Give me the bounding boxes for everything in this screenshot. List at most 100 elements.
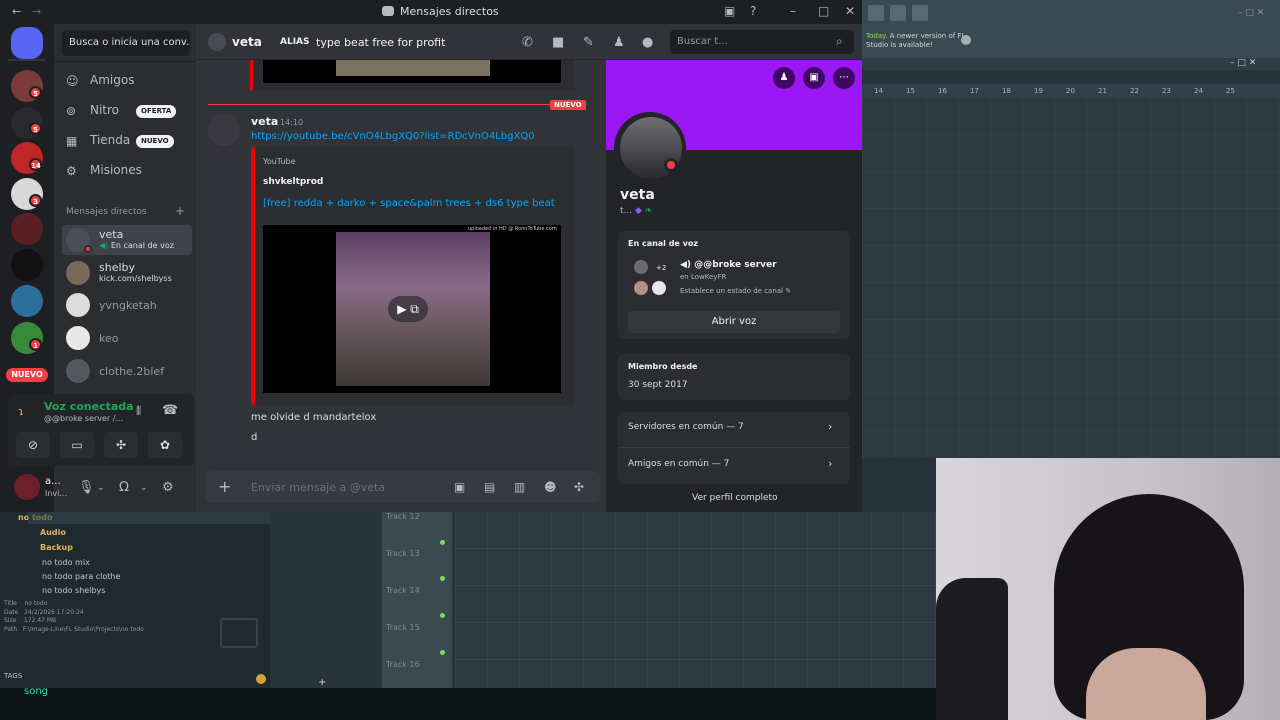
mutual-servers-row[interactable]: Servidores en común — 7 xyxy=(628,422,744,432)
minimize-button[interactable]: – xyxy=(790,4,796,18)
server-icon[interactable] xyxy=(11,249,43,281)
track-mute-led[interactable] xyxy=(440,576,445,581)
chevron-right-icon[interactable]: › xyxy=(828,457,832,470)
save-icon[interactable] xyxy=(868,5,884,21)
track-mute-led[interactable] xyxy=(440,613,445,618)
disconnect-icon[interactable]: ☎ xyxy=(162,403,178,418)
create-dm-icon[interactable]: + xyxy=(175,204,185,218)
new-servers-badge[interactable]: NUEVO xyxy=(6,368,48,382)
user-status[interactable]: Invi... xyxy=(45,489,67,498)
find-conversation-button[interactable]: Busca o inicia una conv... xyxy=(62,30,190,56)
camera-off-icon[interactable]: ⊘ xyxy=(16,432,50,458)
screen-share-icon[interactable]: ▭ xyxy=(60,432,94,458)
voice-status[interactable]: Voz conectada xyxy=(44,400,134,413)
gift-icon[interactable]: ▣ xyxy=(803,67,825,89)
playlist-window-controls[interactable]: – □ ✕ xyxy=(1230,58,1256,68)
new-messages-divider xyxy=(208,104,550,105)
recipient-name[interactable]: veta xyxy=(232,35,262,49)
add-friend-icon[interactable]: ♟ xyxy=(773,67,795,89)
message-link[interactable]: https://youtube.be/cVnO4LbgXQ0?list=RDcV… xyxy=(251,131,535,142)
more-icon[interactable]: ⋯ xyxy=(833,67,855,89)
fl-window-controls[interactable]: – □ ✕ xyxy=(1238,8,1264,18)
gift-icon[interactable]: ▣ xyxy=(454,480,465,494)
playlist-grid-lower[interactable] xyxy=(455,512,936,688)
track-label[interactable]: Track 16 xyxy=(386,660,420,669)
recipient-avatar[interactable] xyxy=(208,33,226,51)
soundboard-icon[interactable]: ✿ xyxy=(148,432,182,458)
search-icon[interactable] xyxy=(256,674,266,684)
embed-title[interactable]: [free] redda + darko + space&palm trees … xyxy=(263,198,555,209)
playlist-grid[interactable] xyxy=(862,98,1280,458)
chevron-down-icon[interactable]: ⌄ xyxy=(140,483,148,493)
emoji-icon[interactable]: ☻ xyxy=(544,480,557,494)
ruler-tick: 14 xyxy=(874,87,883,95)
microphone-icon[interactable]: 🎙 xyxy=(78,480,95,495)
sticker-icon[interactable]: ▥ xyxy=(514,480,525,494)
mutual-friends-row[interactable]: Amigos en común — 7 xyxy=(628,459,729,469)
track-label[interactable]: Track 13 xyxy=(386,549,420,558)
chevron-down-icon[interactable]: ⌄ xyxy=(97,483,105,493)
open-voice-button[interactable]: Abrir voz xyxy=(628,311,840,333)
add-track-button[interactable]: + xyxy=(318,677,326,688)
browser-folder-audio[interactable]: Audio xyxy=(40,528,66,537)
apps-icon[interactable]: ✣ xyxy=(574,480,584,494)
voice-call-icon[interactable]: ✆ xyxy=(522,35,533,50)
maximize-button[interactable]: □ xyxy=(818,4,829,18)
voice-channel-name[interactable]: ◀) @@broke server xyxy=(680,260,777,270)
message-author[interactable]: veta xyxy=(251,115,278,128)
message-avatar[interactable] xyxy=(208,114,240,146)
dm-item-veta[interactable]: veta ◀) En canal de voz xyxy=(62,225,192,255)
info-value: no todo xyxy=(24,600,48,607)
dm-name: shelby xyxy=(99,261,136,274)
browser-folder-backup[interactable]: Backup xyxy=(40,543,73,552)
search-input[interactable]: Buscar t... xyxy=(670,30,854,54)
webcam-overlay xyxy=(936,458,1280,720)
noise-suppression-icon[interactable]: ⦀ xyxy=(136,404,141,419)
gear-icon[interactable]: ⚙ xyxy=(162,480,174,495)
server-icon[interactable] xyxy=(11,213,43,245)
headphones-icon[interactable]: Ω xyxy=(119,480,129,495)
chat-icon[interactable] xyxy=(912,5,928,21)
track-mute-led[interactable] xyxy=(440,540,445,545)
add-friends-icon[interactable]: ♟ xyxy=(613,35,625,50)
activities-icon[interactable]: ✣ xyxy=(104,432,138,458)
play-icon[interactable]: ▶ ⧉ xyxy=(388,296,428,322)
server-mention-badge: 14 xyxy=(29,158,42,171)
video-call-icon[interactable]: ■ xyxy=(552,35,564,50)
browser-file[interactable]: no todo para clothe xyxy=(42,572,120,581)
signal-icon[interactable]: ɿ xyxy=(18,405,24,418)
track-label[interactable]: Track 14 xyxy=(386,586,420,595)
channel-status-hint[interactable]: Establece un estado de canal ✎ xyxy=(680,287,791,295)
gif-icon[interactable]: ▤ xyxy=(484,480,495,494)
track-mute-led[interactable] xyxy=(440,650,445,655)
track-label[interactable]: Track 12 xyxy=(386,512,420,521)
direct-messages-home-icon[interactable] xyxy=(11,27,43,59)
dm-item-keo[interactable]: keo xyxy=(62,323,192,353)
update-notice[interactable]: Today. A newer version of FL Studio is a… xyxy=(866,32,966,50)
user-profile-icon[interactable]: ● xyxy=(642,35,653,50)
user-name[interactable]: a... xyxy=(45,476,61,487)
embed-author[interactable]: shvkeltprod xyxy=(263,177,323,187)
chevron-right-icon[interactable]: › xyxy=(828,420,832,433)
pin-icon[interactable]: ✎ xyxy=(583,35,594,50)
user-avatar[interactable] xyxy=(14,474,40,500)
view-full-profile-link[interactable]: Ver perfil completo xyxy=(692,493,778,503)
inbox-icon[interactable]: ▣ xyxy=(724,4,735,18)
timeline-ruler[interactable]: 14 15 16 17 18 19 20 21 22 23 24 25 xyxy=(862,84,1280,98)
browser-file[interactable]: no todo mix xyxy=(42,558,90,567)
mixer-icon[interactable] xyxy=(890,5,906,21)
dm-item-shelby[interactable]: shelby kick.com/shelbyss xyxy=(62,258,192,288)
attach-icon[interactable]: + xyxy=(218,477,231,496)
back-icon[interactable]: ← xyxy=(12,5,21,18)
server-mention-badge: 3 xyxy=(29,194,42,207)
voice-channel-name[interactable]: @@broke server /... xyxy=(44,414,123,423)
globe-icon[interactable] xyxy=(961,35,971,45)
dm-item-clothe[interactable]: clothe.2blef xyxy=(62,356,192,386)
server-icon[interactable] xyxy=(11,285,43,317)
browser-file[interactable]: no todo shelbys xyxy=(42,586,105,595)
help-icon[interactable]: ? xyxy=(750,4,756,18)
close-button[interactable]: ✕ xyxy=(845,4,855,18)
dm-item-yvngketah[interactable]: yvngketah xyxy=(62,290,192,320)
track-label[interactable]: Track 15 xyxy=(386,623,420,632)
forward-icon[interactable]: → xyxy=(32,5,41,18)
